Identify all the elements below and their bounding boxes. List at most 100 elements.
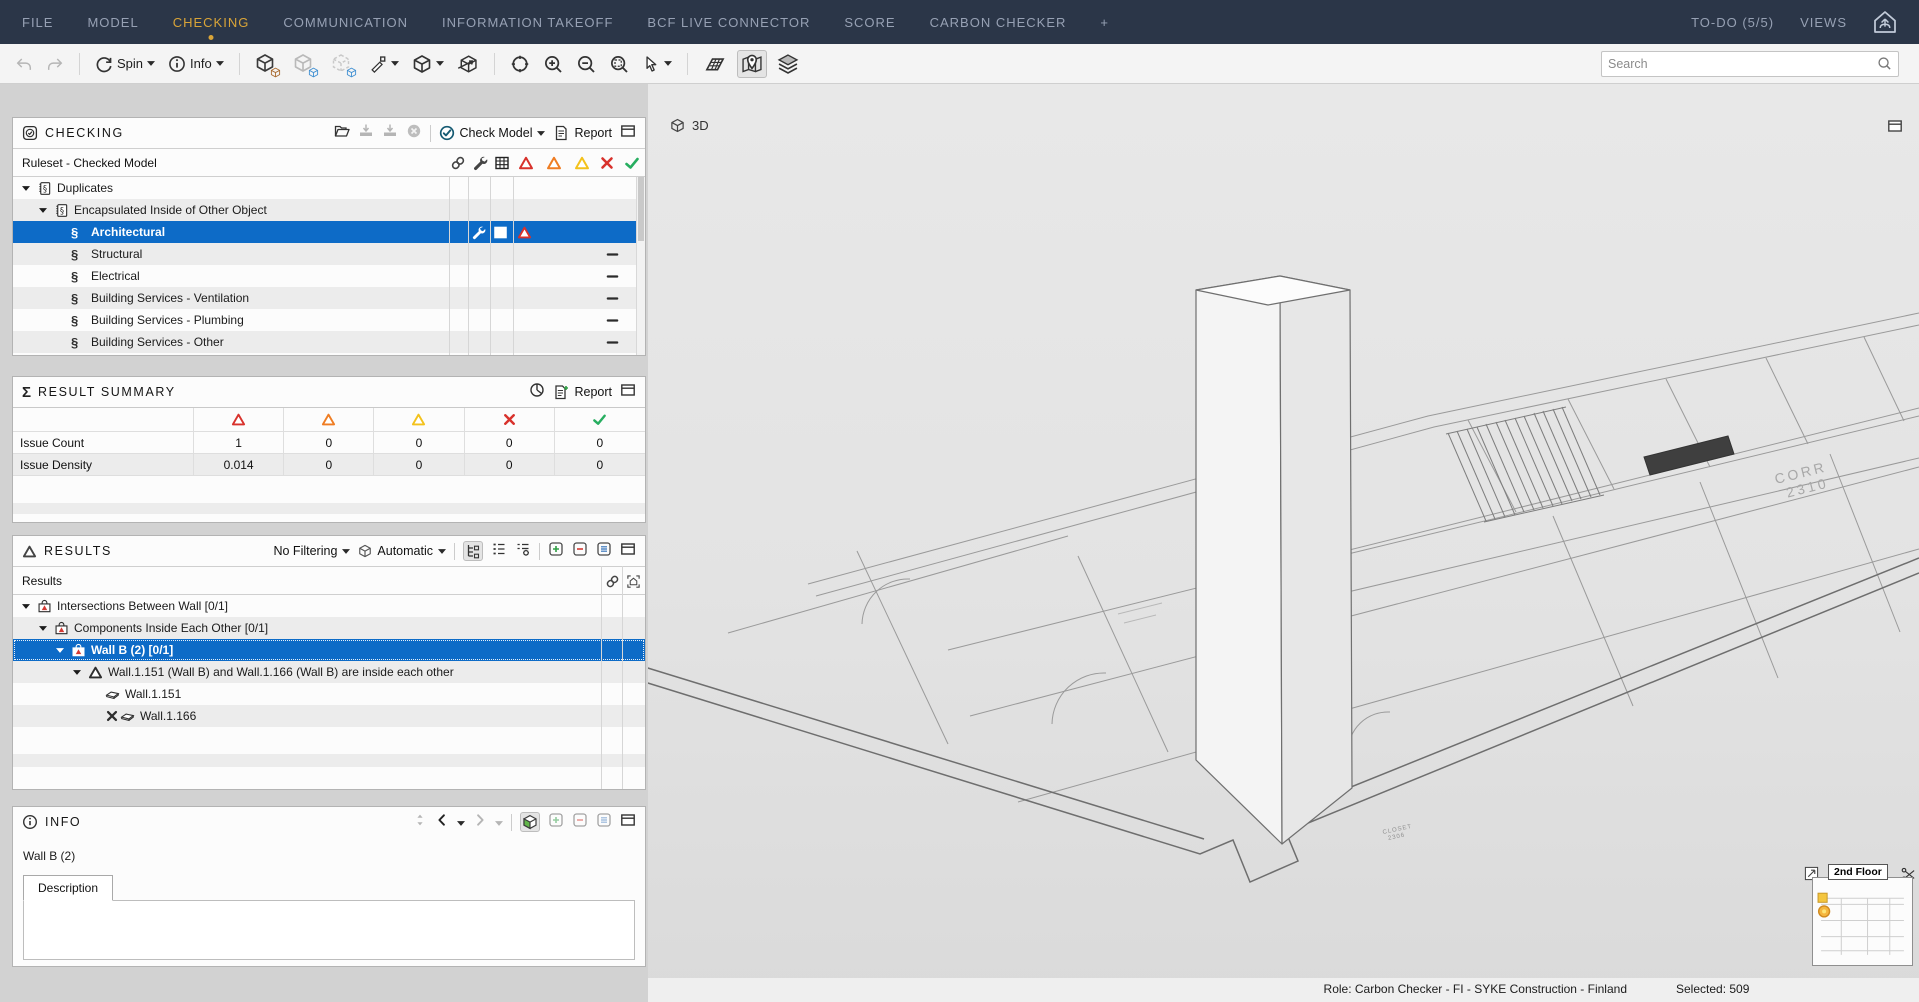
remove-ruleset-button[interactable]: [406, 123, 422, 144]
ruleset-tree-row[interactable]: § Duplicates: [13, 177, 645, 199]
viewport-panel-layout-icon[interactable]: [1887, 118, 1903, 134]
menu-carbon-checker[interactable]: CARBON CHECKER: [930, 15, 1067, 30]
table-icon[interactable]: [494, 155, 510, 171]
caret-down-icon[interactable]: [39, 208, 54, 213]
zoom-out-button[interactable]: [573, 52, 599, 76]
search-icon[interactable]: [1877, 56, 1892, 71]
severity-moderate-icon[interactable]: [574, 155, 590, 171]
severity-high-icon[interactable]: [546, 155, 562, 171]
summary-panel-layout-button[interactable]: [620, 382, 636, 403]
info-tool-button[interactable]: Info: [165, 53, 227, 75]
next-button[interactable]: [473, 813, 487, 832]
accepted-icon[interactable]: [624, 155, 640, 171]
checking-panel-layout-button[interactable]: [620, 123, 636, 144]
table-icon[interactable]: [493, 225, 508, 240]
walkthrough-button[interactable]: [454, 52, 482, 76]
search-input[interactable]: [1608, 57, 1877, 71]
info-notes-button[interactable]: [596, 812, 612, 833]
menu-checking[interactable]: CHECKING: [173, 15, 250, 30]
select-tool-button[interactable]: [639, 53, 675, 75]
sort-spinner-button[interactable]: [413, 813, 427, 832]
menu-information-takeoff[interactable]: INFORMATION TAKEOFF: [442, 15, 613, 30]
show-all-components-button[interactable]: [252, 50, 283, 78]
caret-down-icon[interactable]: [56, 648, 71, 653]
tab-description[interactable]: Description: [23, 875, 113, 901]
menu-todo[interactable]: TO-DO (5/5): [1691, 15, 1774, 30]
zoom-in-button[interactable]: [540, 52, 566, 76]
zoom-fit-button[interactable]: [507, 52, 533, 76]
menu-bcf-live-connector[interactable]: BCF LIVE CONNECTOR: [647, 15, 810, 30]
undo-button[interactable]: [12, 53, 36, 75]
view-preset-button[interactable]: [409, 52, 447, 76]
caret-down-icon[interactable]: [22, 186, 37, 191]
viewport-3d[interactable]: CORR 2310 CLOSET 2306 3D 2nd Floor: [648, 84, 1919, 1002]
ruleset-tree-row[interactable]: § Encapsulated Inside of Other Object: [13, 199, 645, 221]
selected-wall-3d[interactable]: [1196, 276, 1352, 844]
spin-tool-button[interactable]: Spin: [92, 53, 158, 75]
navigator-floor-label[interactable]: 2nd Floor: [1828, 864, 1888, 880]
link-icon[interactable]: [605, 574, 620, 589]
previous-dropdown[interactable]: [457, 813, 465, 831]
import-all-button[interactable]: [382, 123, 398, 144]
remove-info-button[interactable]: [572, 812, 588, 833]
summary-chart-button[interactable]: [529, 382, 545, 403]
info-panel-layout-button[interactable]: [620, 812, 636, 833]
zoom-window-button[interactable]: [606, 52, 632, 76]
add-info-button[interactable]: [548, 812, 564, 833]
scrollbar-thumb[interactable]: [638, 177, 644, 241]
tree-view-button[interactable]: [463, 541, 483, 561]
results-tree-row[interactable]: Components Inside Each Other [0/1]: [13, 617, 645, 639]
caret-down-icon[interactable]: [39, 626, 54, 631]
wrench-icon[interactable]: [471, 225, 486, 240]
home-view-icon[interactable]: [1873, 10, 1897, 34]
link-icon[interactable]: [450, 155, 466, 171]
section-plane-button[interactable]: [700, 52, 730, 76]
import-ruleset-button[interactable]: [358, 123, 374, 144]
rejected-icon[interactable]: [599, 155, 615, 171]
ruleset-tree-row[interactable]: § Structural: [13, 243, 645, 265]
ruleset-tree-row[interactable]: § Architectural: [13, 221, 645, 243]
open-ruleset-button[interactable]: [334, 123, 350, 144]
results-tree-row[interactable]: Wall.1.151: [13, 683, 645, 705]
results-tree-row[interactable]: Wall.1.166: [13, 705, 645, 727]
ruleset-tree-row[interactable]: § Building Services - Plumbing: [13, 309, 645, 331]
menu-score[interactable]: SCORE: [844, 15, 895, 30]
caret-down-icon[interactable]: [73, 670, 88, 675]
navigator-thumbnail[interactable]: [1812, 877, 1913, 966]
zoom-to-issue-icon[interactable]: [626, 574, 641, 589]
markup-tool-button[interactable]: [366, 53, 402, 75]
results-tree-row[interactable]: Intersections Between Wall [0/1]: [13, 595, 645, 617]
map-view-button[interactable]: [737, 50, 767, 78]
list-settings-button[interactable]: [515, 541, 531, 562]
results-tree-row[interactable]: Wall B (2) [0/1]: [13, 639, 645, 661]
results-tree-row[interactable]: Wall.1.151 (Wall B) and Wall.1.166 (Wall…: [13, 661, 645, 683]
model-scene[interactable]: CORR 2310 CLOSET 2306: [648, 84, 1919, 1002]
menu-communication[interactable]: COMMUNICATION: [283, 15, 408, 30]
menu-file[interactable]: FILE: [22, 15, 53, 30]
redo-button[interactable]: [43, 53, 67, 75]
pick-from-model-button[interactable]: [520, 812, 540, 832]
filtering-dropdown[interactable]: No Filtering: [273, 544, 350, 558]
floor-navigator[interactable]: 2nd Floor: [1804, 864, 1916, 968]
show-selection-only-button[interactable]: [328, 50, 359, 78]
list-view-button[interactable]: [491, 541, 507, 562]
ruleset-tree-row[interactable]: § Building Services - Ventilation: [13, 287, 645, 309]
previous-button[interactable]: [435, 813, 449, 832]
accept-issue-button[interactable]: [548, 541, 564, 562]
checking-report-button[interactable]: Report: [553, 125, 612, 141]
summary-report-button[interactable]: Report: [553, 384, 612, 400]
caret-down-icon[interactable]: [22, 604, 37, 609]
ruleset-tree-row[interactable]: § Building Services - Other: [13, 331, 645, 353]
storeys-button[interactable]: [774, 51, 802, 77]
check-model-button[interactable]: Check Model: [439, 125, 546, 141]
ruleset-tree-row[interactable]: § Electrical: [13, 265, 645, 287]
ruleset-scrollbar[interactable]: [636, 177, 645, 355]
reject-issue-button[interactable]: [572, 541, 588, 562]
results-panel-layout-button[interactable]: [620, 541, 636, 562]
next-dropdown[interactable]: [495, 813, 503, 831]
grouping-dropdown[interactable]: Automatic: [358, 544, 446, 558]
issue-notes-button[interactable]: [596, 541, 612, 562]
show-selection-grey-button[interactable]: [290, 50, 321, 78]
wrench-icon[interactable]: [472, 155, 488, 171]
menu-add-tab[interactable]: +: [1100, 15, 1109, 30]
